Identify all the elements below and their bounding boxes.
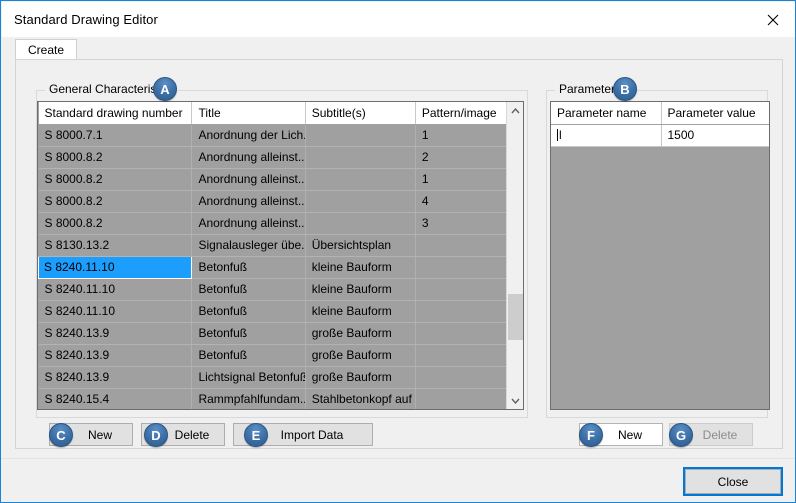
badge-f: F [579, 423, 603, 447]
general-table-body: S 8000.7.1 Anordnung der Lich... 1 S 8000.8… [38, 124, 523, 409]
tab-create[interactable]: Create [15, 39, 78, 60]
column-header-title[interactable]: Title [191, 102, 306, 125]
table-row[interactable]: S 8130.13.2 Signalausleger übe... Übersich… [38, 234, 523, 257]
tab-strip: Create [2, 37, 795, 60]
table-row[interactable]: S 8240.11.10 Betonfuß kleine Bauform [38, 278, 523, 301]
cell-standard-drawing-number[interactable]: S 8000.7.1 [38, 124, 193, 147]
table-row[interactable]: S 8000.8.2 Anordnung alleinst... 4 [38, 190, 523, 213]
table-header-row: Standard drawing number Title Subtitle(s… [38, 102, 523, 125]
cell-standard-drawing-number[interactable]: S 8240.13.9 [38, 366, 193, 389]
parameter-name-input[interactable]: l [551, 124, 662, 147]
badge-d: D [144, 423, 168, 447]
title-bar: Standard Drawing Editor [2, 2, 795, 37]
cell-standard-drawing-number[interactable]: S 8240.13.9 [38, 344, 193, 367]
cell-title[interactable]: Betonfuß [191, 256, 306, 279]
column-header-standard-drawing-number[interactable]: Standard drawing number [38, 102, 193, 125]
scroll-up-button[interactable] [507, 102, 523, 119]
chevron-down-icon [511, 398, 520, 404]
dialog-window: Standard Drawing Editor Create General C… [0, 0, 796, 503]
cell-subtitle[interactable]: Übersichtsplan [305, 234, 416, 257]
table-row[interactable]: S 8240.11.10 Betonfuß kleine Bauform [38, 300, 523, 323]
cell-standard-drawing-number[interactable]: S 8240.11.10 [38, 278, 193, 301]
parameter-table-body: l 1500 [551, 124, 769, 406]
cell-subtitle[interactable]: große Bauform [305, 366, 416, 389]
cell-title[interactable]: Betonfuß [191, 322, 306, 345]
table-row[interactable]: S 8000.8.2 Anordnung alleinst... 3 [38, 212, 523, 235]
parameter-value-input[interactable]: 1500 [661, 124, 769, 147]
cell-standard-drawing-number[interactable]: S 8000.8.2 [38, 146, 193, 169]
cell-subtitle[interactable]: kleine Bauform [305, 300, 416, 323]
cell-title[interactable]: Betonfuß [191, 300, 306, 323]
vertical-scrollbar[interactable] [506, 102, 523, 409]
cell-standard-drawing-number[interactable]: S 8000.8.2 [38, 190, 193, 213]
group-parameter-legend: Parameter [555, 82, 620, 96]
window-title: Standard Drawing Editor [14, 12, 158, 27]
parameter-empty-cell [551, 146, 769, 406]
new-button-general-label: New [87, 427, 112, 442]
badge-g: G [669, 423, 693, 447]
parameter-table[interactable]: Parameter name Parameter value l 1500 [550, 101, 770, 410]
cell-subtitle[interactable] [305, 190, 416, 213]
badge-a: A [153, 77, 177, 101]
tab-create-label: Create [28, 43, 65, 57]
cell-standard-drawing-number[interactable]: S 8000.8.2 [38, 168, 193, 191]
close-dialog-button[interactable]: Close [683, 467, 783, 496]
cell-title[interactable]: Anordnung alleinst... [191, 190, 306, 213]
cell-title[interactable]: Anordnung alleinst... [191, 212, 306, 235]
cell-title[interactable]: Betonfuß [191, 344, 306, 367]
cell-subtitle[interactable]: Stahlbetonkopf auf ... [305, 388, 416, 409]
badge-e: E [244, 423, 268, 447]
badge-b: B [613, 77, 637, 101]
general-table: Standard drawing number Title Subtitle(s… [38, 102, 523, 409]
table-row[interactable]: S 8240.13.9 Lichtsignal Betonfuß große Bau… [38, 366, 523, 389]
import-data-button-label: Import Data [280, 427, 344, 442]
cell-title[interactable]: Signalausleger übe... [191, 234, 306, 257]
cell-standard-drawing-number[interactable]: S 8240.15.4 [38, 388, 193, 409]
cell-title[interactable]: Anordnung alleinst... [191, 168, 306, 191]
cell-standard-drawing-number[interactable]: S 8240.11.10 [38, 255, 193, 279]
cell-subtitle[interactable]: große Bauform [305, 322, 416, 345]
scrollbar-thumb[interactable] [508, 294, 523, 340]
cell-subtitle[interactable] [305, 146, 416, 169]
chevron-up-icon [511, 107, 520, 113]
cell-title[interactable]: Betonfuß [191, 278, 306, 301]
cell-title[interactable]: Lichtsignal Betonfuß [191, 366, 306, 389]
cell-standard-drawing-number[interactable]: S 8130.13.2 [38, 234, 193, 257]
table-row[interactable]: S 8000.8.2 Anordnung alleinst... 2 [38, 146, 523, 169]
cell-subtitle[interactable]: kleine Bauform [305, 256, 416, 279]
parameter-row[interactable]: l 1500 [551, 124, 769, 147]
column-header-parameter-value[interactable]: Parameter value [661, 102, 769, 125]
cell-standard-drawing-number[interactable]: S 8240.11.10 [38, 300, 193, 323]
close-window-button[interactable] [750, 2, 795, 37]
general-characteristics-table[interactable]: Standard drawing number Title Subtitle(s… [37, 101, 524, 410]
table-row[interactable]: S 8240.11.10 Betonfuß kleine Bauform [38, 255, 523, 279]
new-button-parameter-label: New [617, 427, 642, 442]
table-row[interactable]: S 8000.8.2 Anordnung alleinst... 1 [38, 168, 523, 191]
text-caret [557, 129, 558, 141]
cell-subtitle[interactable]: kleine Bauform [305, 278, 416, 301]
table-row[interactable]: S 8240.13.9 Betonfuß große Bauform [38, 344, 523, 367]
cell-subtitle[interactable]: große Bauform [305, 344, 416, 367]
parameter-empty-area [551, 146, 769, 406]
cell-title[interactable]: Anordnung alleinst... [191, 146, 306, 169]
table-row[interactable]: S 8240.15.4 Rammpfahlfundam... Stahlbetonk… [38, 388, 523, 409]
cell-title[interactable]: Rammpfahlfundam... [191, 388, 306, 409]
table-row[interactable]: S 8240.13.9 Betonfuß große Bauform [38, 322, 523, 345]
parameter-header-row: Parameter name Parameter value [551, 102, 769, 125]
column-header-parameter-name[interactable]: Parameter name [551, 102, 662, 125]
close-icon [767, 14, 779, 25]
cell-title[interactable]: Anordnung der Lich... [191, 124, 306, 147]
parameter-table-inner: Parameter name Parameter value l 1500 [551, 102, 769, 406]
cell-standard-drawing-number[interactable]: S 8000.8.2 [38, 212, 193, 235]
cell-standard-drawing-number[interactable]: S 8240.13.9 [38, 322, 193, 345]
close-dialog-button-label: Close [717, 474, 749, 489]
badge-c: C [49, 423, 73, 447]
table-row[interactable]: S 8000.7.1 Anordnung der Lich... 1 [38, 124, 523, 147]
cell-subtitle[interactable] [305, 124, 416, 147]
cell-subtitle[interactable] [305, 212, 416, 235]
cell-subtitle[interactable] [305, 168, 416, 191]
scroll-down-button[interactable] [507, 392, 523, 409]
column-header-subtitles[interactable]: Subtitle(s) [305, 102, 416, 125]
footer-separator [1, 458, 795, 459]
